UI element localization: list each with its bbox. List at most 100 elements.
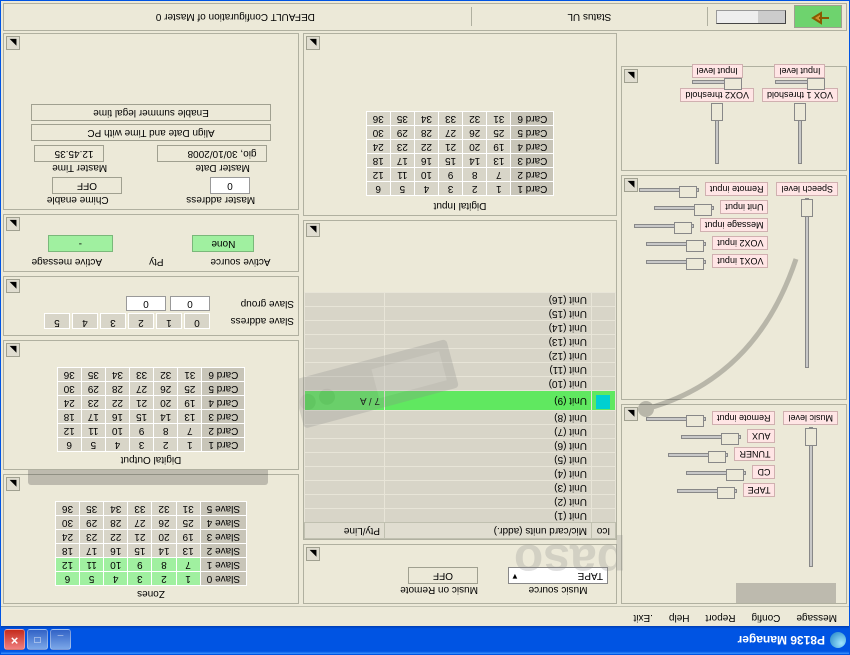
grid-cell[interactable]: 10 [105, 424, 129, 438]
unit-row[interactable]: Unit (16) [305, 293, 616, 307]
chime-button[interactable]: OFF [52, 177, 122, 194]
menu-message[interactable]: Message [788, 607, 845, 626]
grid-cell[interactable]: 15 [130, 410, 154, 424]
grid-cell[interactable]: 34 [104, 502, 128, 516]
grid-cell[interactable]: 21 [128, 530, 152, 544]
status-run-button[interactable] [794, 6, 842, 29]
grid-cell[interactable]: 24 [55, 530, 79, 544]
grid-cell[interactable]: 24 [366, 140, 390, 154]
grid-cell[interactable]: 8 [152, 558, 176, 572]
grid-cell[interactable]: 14 [463, 154, 487, 168]
input-level2-slider[interactable] [724, 78, 742, 90]
grid-cell[interactable]: 14 [154, 410, 178, 424]
unit-row[interactable]: Unit (6) [305, 439, 616, 453]
grid-cell[interactable]: 20 [154, 396, 178, 410]
grid-cell[interactable]: 19 [176, 530, 200, 544]
grid-cell[interactable]: 27 [128, 516, 152, 530]
grid-cell[interactable]: 17 [81, 410, 105, 424]
panel-expand-icon[interactable]: ◣ [6, 477, 20, 491]
music-remote-button[interactable]: OFF [408, 567, 478, 584]
grid-cell[interactable]: 26 [152, 516, 176, 530]
grid-cell[interactable]: 12 [55, 558, 79, 572]
panel-expand-icon[interactable]: ◣ [624, 407, 638, 421]
input-level1-slider[interactable] [807, 78, 825, 90]
grid-cell[interactable]: 18 [366, 154, 390, 168]
unit-row[interactable]: Unit (10) [305, 377, 616, 391]
grid-cell[interactable]: 27 [439, 126, 463, 140]
grid-cell[interactable]: 21 [130, 396, 154, 410]
unit-row[interactable]: Unit (1) [305, 509, 616, 523]
unit-row[interactable]: Unit (15) [305, 307, 616, 321]
aux-slider[interactable] [721, 433, 739, 445]
panel-expand-icon[interactable]: ◣ [624, 69, 638, 83]
grid-cell[interactable]: 16 [105, 410, 129, 424]
grid-cell[interactable]: 2 [152, 572, 176, 586]
maximize-button[interactable]: □ [27, 630, 48, 651]
grid-cell[interactable]: 2 [154, 438, 178, 452]
grid-cell[interactable]: 30 [57, 382, 81, 396]
grid-cell[interactable]: 8 [154, 424, 178, 438]
grid-cell[interactable]: 11 [390, 168, 414, 182]
menu-help[interactable]: Help [661, 607, 698, 626]
grid-cell[interactable]: 34 [414, 112, 438, 126]
grid-cell[interactable]: 32 [154, 368, 178, 382]
grid-cell[interactable]: 13 [176, 544, 200, 558]
vox1-input-slider[interactable] [686, 258, 704, 270]
grid-cell[interactable]: 5 [390, 182, 414, 196]
unit-row[interactable]: Unit (2) [305, 495, 616, 509]
grid-cell[interactable]: 18 [57, 410, 81, 424]
grid-cell[interactable]: 25 [176, 516, 200, 530]
cd-slider[interactable] [726, 469, 744, 481]
menu-exit[interactable]: .Exit [625, 607, 660, 626]
grid-cell[interactable]: 31 [176, 502, 200, 516]
unit-row[interactable]: Unit (5) [305, 453, 616, 467]
grid-cell[interactable]: 35 [80, 502, 104, 516]
grid-cell[interactable]: 21 [439, 140, 463, 154]
grid-cell[interactable]: 4 [105, 438, 129, 452]
grid-cell[interactable]: 22 [104, 530, 128, 544]
grid-cell[interactable]: 15 [439, 154, 463, 168]
vox2-input-slider[interactable] [686, 240, 704, 252]
grid-cell[interactable]: 10 [414, 168, 438, 182]
slave-address-cell[interactable]: 5 [44, 313, 70, 329]
grid-cell[interactable]: 29 [81, 382, 105, 396]
panel-expand-icon[interactable]: ◣ [306, 36, 320, 50]
unit-row[interactable]: Unit (9)7 / A [305, 391, 616, 411]
grid-cell[interactable]: 3 [130, 438, 154, 452]
master-address-field[interactable] [210, 177, 250, 194]
grid-cell[interactable]: 4 [104, 572, 128, 586]
grid-cell[interactable]: 33 [439, 112, 463, 126]
slave-address-cell[interactable]: 1 [156, 313, 182, 329]
unit-row[interactable]: Unit (13) [305, 335, 616, 349]
grid-cell[interactable]: 4 [414, 182, 438, 196]
grid-cell[interactable]: 7 [178, 424, 202, 438]
grid-cell[interactable]: 32 [463, 112, 487, 126]
grid-cell[interactable]: 6 [366, 182, 390, 196]
grid-cell[interactable]: 13 [178, 410, 202, 424]
grid-cell[interactable]: 1 [176, 572, 200, 586]
tape-slider[interactable] [717, 487, 735, 499]
grid-cell[interactable]: 35 [390, 112, 414, 126]
grid-cell[interactable]: 29 [80, 516, 104, 530]
grid-cell[interactable]: 5 [80, 572, 104, 586]
unit-row[interactable]: Unit (14) [305, 321, 616, 335]
grid-cell[interactable]: 35 [81, 368, 105, 382]
grid-cell[interactable]: 9 [128, 558, 152, 572]
grid-cell[interactable]: 16 [104, 544, 128, 558]
grid-cell[interactable]: 3 [439, 182, 463, 196]
unit-row[interactable]: Unit (4) [305, 467, 616, 481]
grid-cell[interactable]: 23 [81, 396, 105, 410]
grid-cell[interactable]: 23 [80, 530, 104, 544]
grid-cell[interactable]: 6 [55, 572, 79, 586]
grid-cell[interactable]: 30 [55, 516, 79, 530]
unit-row[interactable]: Unit (12) [305, 349, 616, 363]
unit-row[interactable]: Unit (7) [305, 425, 616, 439]
panel-expand-icon[interactable]: ◣ [306, 223, 320, 237]
remote-input-slider[interactable] [679, 186, 697, 198]
digital-input-grid[interactable]: Card 1123456Card 2789101112Card 31314151… [366, 111, 555, 196]
grid-cell[interactable]: 7 [487, 168, 511, 182]
unit-row[interactable]: Unit (8) [305, 411, 616, 425]
remote-slider[interactable] [686, 415, 704, 427]
grid-cell[interactable]: 34 [105, 368, 129, 382]
minimize-button[interactable]: _ [50, 630, 71, 651]
